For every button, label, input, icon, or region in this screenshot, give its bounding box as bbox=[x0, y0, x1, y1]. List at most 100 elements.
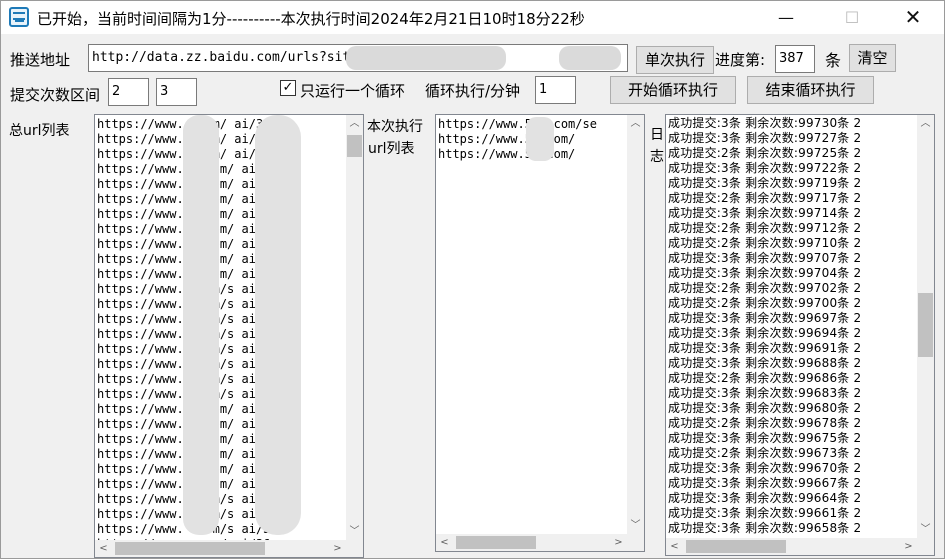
close-button[interactable]: ✕ bbox=[890, 1, 936, 34]
list-item[interactable]: https://www.5 .com/ ai/36 bbox=[95, 462, 363, 477]
scroll-down-icon[interactable]: ﹀ bbox=[917, 521, 934, 538]
scroll-thumb[interactable] bbox=[918, 293, 933, 357]
list-item[interactable]: https://www. .com/s ai/36 bbox=[95, 342, 363, 357]
only-once-checkbox[interactable]: ✓ bbox=[280, 80, 296, 96]
list-item[interactable]: 成功提交:2条 剩余次数:99678条 2 bbox=[666, 416, 934, 431]
list-item[interactable]: https://www. z.com/ ai/36 bbox=[95, 222, 363, 237]
list-item[interactable]: 成功提交:3条 剩余次数:99697条 2 bbox=[666, 311, 934, 326]
title-bar[interactable]: 已开始，当前时间间隔为1分----------本次执行时间2024年2月21日1… bbox=[1, 1, 944, 34]
list-item[interactable]: https://www. .com/ ai/36 bbox=[95, 132, 363, 147]
list-item[interactable]: https://www. .com/s ai/36 bbox=[95, 372, 363, 387]
redaction-blur bbox=[255, 115, 301, 535]
list-item[interactable]: 成功提交:2条 剩余次数:99725条 2 bbox=[666, 146, 934, 161]
list-item[interactable]: 成功提交:3条 剩余次数:99722条 2 bbox=[666, 161, 934, 176]
list-item[interactable]: https://www. .com/s ai/36 bbox=[95, 357, 363, 372]
list-item[interactable]: https://www.5 .com/ ai/36 bbox=[95, 432, 363, 447]
stop-loop-button[interactable]: 结束循环执行 bbox=[747, 76, 874, 104]
log-hscroll[interactable]: < > bbox=[666, 538, 934, 555]
log-rows: 成功提交:3条 剩余次数:99730条 2 成功提交:3条 剩余次数:99727条… bbox=[666, 115, 934, 536]
list-item[interactable]: https://www. z.com/ ai/36 bbox=[95, 162, 363, 177]
scroll-left-icon[interactable]: < bbox=[666, 538, 683, 555]
list-item[interactable]: https://www. z.com/ ai/36 bbox=[95, 177, 363, 192]
scroll-up-icon[interactable]: ︿ bbox=[346, 115, 363, 132]
list-item[interactable]: https://www. .com/ ai/36 bbox=[95, 147, 363, 162]
list-item[interactable]: 成功提交:3条 剩余次数:99704条 2 bbox=[666, 266, 934, 281]
submit-max-input[interactable]: 3 bbox=[156, 78, 197, 106]
current-list-hscroll[interactable]: < > bbox=[436, 534, 644, 551]
progress-input[interactable]: 387 bbox=[775, 45, 815, 73]
app-logo-icon bbox=[9, 7, 29, 27]
scroll-right-icon[interactable]: > bbox=[329, 540, 346, 557]
list-item[interactable]: https://www.5 .com/ ai/36 bbox=[95, 402, 363, 417]
list-item[interactable]: 成功提交:2条 剩余次数:99686条 2 bbox=[666, 371, 934, 386]
list-item[interactable]: https://www. .com/s ai/36 bbox=[95, 312, 363, 327]
list-item[interactable]: https://www. .com/s ai/36 bbox=[95, 297, 363, 312]
progress-label: 进度第: bbox=[715, 51, 766, 69]
scroll-down-icon[interactable]: ﹀ bbox=[346, 523, 363, 540]
list-item[interactable]: 成功提交:3条 剩余次数:99670条 2 bbox=[666, 461, 934, 476]
list-item[interactable]: 成功提交:3条 剩余次数:99707条 2 bbox=[666, 251, 934, 266]
list-item[interactable]: 成功提交:2条 剩余次数:99700条 2 bbox=[666, 296, 934, 311]
list-item[interactable]: https://www. .com/s ai/36 bbox=[95, 507, 363, 522]
list-item[interactable]: https://www.5 .com/ ai/36 bbox=[95, 477, 363, 492]
submit-min-input[interactable]: 2 bbox=[108, 78, 149, 106]
scroll-thumb[interactable] bbox=[347, 135, 362, 157]
list-item[interactable]: 成功提交:3条 剩余次数:99719条 2 bbox=[666, 176, 934, 191]
list-item[interactable]: 成功提交:3条 剩余次数:99667条 2 bbox=[666, 476, 934, 491]
total-url-listbox[interactable]: https://www. .com/ ai/36https://www. .co… bbox=[94, 114, 364, 558]
list-item[interactable]: 成功提交:3条 剩余次数:99694条 2 bbox=[666, 326, 934, 341]
list-item[interactable]: https://www. .com/s ai/36 bbox=[95, 327, 363, 342]
total-list-hscroll[interactable]: < > bbox=[95, 540, 363, 557]
list-item[interactable]: https://www.5 .com/ ai/36 bbox=[95, 447, 363, 462]
list-item[interactable]: 成功提交:2条 剩余次数:99712条 2 bbox=[666, 221, 934, 236]
scroll-left-icon[interactable]: < bbox=[95, 540, 112, 557]
list-item[interactable]: https://www. z.com/ ai/36 bbox=[95, 267, 363, 282]
log-listbox[interactable]: 成功提交:3条 剩余次数:99730条 2 成功提交:3条 剩余次数:99727条… bbox=[665, 114, 935, 556]
start-loop-button[interactable]: 开始循环执行 bbox=[610, 76, 736, 104]
list-item[interactable]: 成功提交:3条 剩余次数:99658条 2 bbox=[666, 521, 934, 536]
list-item[interactable]: https://www. .com/ ai/36 bbox=[95, 117, 363, 132]
list-item[interactable]: 成功提交:3条 剩余次数:99691条 2 bbox=[666, 341, 934, 356]
list-item[interactable]: https://www. .com/s ai/36 bbox=[95, 522, 363, 537]
scroll-thumb[interactable] bbox=[686, 540, 786, 553]
list-item[interactable]: 成功提交:3条 剩余次数:99680条 2 bbox=[666, 401, 934, 416]
list-item[interactable]: 成功提交:3条 剩余次数:99730条 2 bbox=[666, 116, 934, 131]
scroll-thumb[interactable] bbox=[456, 536, 536, 549]
scroll-thumb[interactable] bbox=[115, 542, 265, 555]
list-item[interactable]: 成功提交:3条 剩余次数:99675条 2 bbox=[666, 431, 934, 446]
list-item[interactable]: 成功提交:2条 剩余次数:99702条 2 bbox=[666, 281, 934, 296]
list-item[interactable]: 成功提交:3条 剩余次数:99727条 2 bbox=[666, 131, 934, 146]
minimize-button[interactable]: — bbox=[763, 1, 809, 34]
scroll-up-icon[interactable]: ︿ bbox=[627, 115, 644, 132]
list-item[interactable]: https://www. z.com/ ai/36 bbox=[95, 237, 363, 252]
scroll-right-icon[interactable]: > bbox=[610, 534, 627, 551]
list-item[interactable]: 成功提交:2条 剩余次数:99673条 2 bbox=[666, 446, 934, 461]
maximize-button[interactable]: ☐ bbox=[829, 1, 875, 34]
clear-button[interactable]: 清空 bbox=[849, 44, 896, 72]
list-item[interactable]: https://www. z.com/ ai/36 bbox=[95, 252, 363, 267]
list-item[interactable]: 成功提交:3条 剩余次数:99688条 2 bbox=[666, 356, 934, 371]
list-item[interactable]: https://www. .com/s ai/36 bbox=[95, 492, 363, 507]
scroll-down-icon[interactable]: ﹀ bbox=[627, 517, 644, 534]
scroll-right-icon[interactable]: > bbox=[900, 538, 917, 555]
list-item[interactable]: 成功提交:3条 剩余次数:99661条 2 bbox=[666, 506, 934, 521]
loop-interval-input[interactable]: 1 bbox=[535, 76, 576, 104]
list-item[interactable]: https://www. z.com/ ai/36 bbox=[95, 207, 363, 222]
scroll-up-icon[interactable]: ︿ bbox=[917, 115, 934, 132]
total-list-vscroll[interactable]: ︿ ﹀ bbox=[346, 115, 363, 540]
list-item[interactable]: 成功提交:3条 剩余次数:99683条 2 bbox=[666, 386, 934, 401]
list-item[interactable]: 成功提交:3条 剩余次数:99664条 2 bbox=[666, 491, 934, 506]
current-url-listbox[interactable]: https://www.5 z.com/se https://www.5 .com… bbox=[435, 114, 645, 552]
list-item[interactable]: https://www. z.com/ ai/36 bbox=[95, 192, 363, 207]
list-item[interactable]: 成功提交:2条 剩余次数:99710条 2 bbox=[666, 236, 934, 251]
log-vscroll[interactable]: ︿ ﹀ bbox=[917, 115, 934, 538]
list-item[interactable]: https://www. .com/s ai/36 bbox=[95, 387, 363, 402]
current-url-list-label-line1: 本次执行 bbox=[367, 119, 423, 135]
list-item[interactable]: 成功提交:3条 剩余次数:99714条 2 bbox=[666, 206, 934, 221]
list-item[interactable]: https://www. .com/s ai/36 bbox=[95, 282, 363, 297]
single-run-button[interactable]: 单次执行 bbox=[636, 46, 714, 74]
current-list-vscroll[interactable]: ︿ ﹀ bbox=[627, 115, 644, 534]
list-item[interactable]: 成功提交:2条 剩余次数:99717条 2 bbox=[666, 191, 934, 206]
list-item[interactable]: https://www.5 .com/ ai/36 bbox=[95, 417, 363, 432]
scroll-left-icon[interactable]: < bbox=[436, 534, 453, 551]
